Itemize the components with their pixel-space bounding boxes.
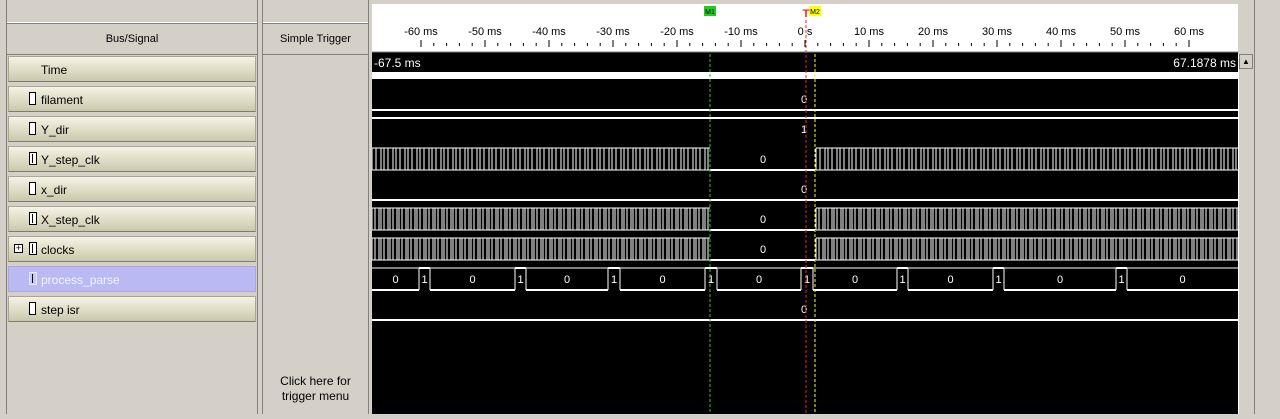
- bus-waveform: [371, 237, 1238, 261]
- trigger-marker-label[interactable]: T: [803, 8, 810, 20]
- ruler-tick-label: 40 ms: [1046, 26, 1076, 38]
- bus-signal-panel: Bus/Signal Time filament Y_dir Y_step_cl…: [6, 0, 258, 414]
- signal-row-y-step-clk[interactable]: Y_step_clk: [8, 146, 256, 172]
- process-parse-value-label: 0: [1057, 274, 1063, 286]
- bit-signal-icon: [29, 92, 36, 105]
- marker-m1-label: M1: [705, 9, 715, 16]
- signal-label: X_step_clk: [41, 213, 100, 227]
- bit-signal-icon: [29, 182, 36, 195]
- process-parse-value-label: 0: [659, 274, 665, 286]
- process-parse-value-label: 0: [756, 274, 762, 286]
- process-parse-value-label: 1: [804, 274, 810, 286]
- process-parse-value-label: 0: [392, 274, 398, 286]
- ruler-tick-label: -30 ms: [596, 26, 630, 38]
- signal-label: filament: [41, 93, 84, 107]
- ruler-tick-label: 50 ms: [1110, 26, 1140, 38]
- trigger-panel[interactable]: Simple Trigger Click here for trigger me…: [262, 0, 369, 414]
- ruler-tick-label: 30 ms: [982, 26, 1012, 38]
- bus-waveform: [371, 207, 1238, 231]
- signal-label-time: Time: [41, 63, 68, 77]
- time-bar: [372, 72, 1238, 79]
- trigger-hint-line: trigger menu: [281, 389, 350, 403]
- ruler-tick-label: 0 s: [798, 26, 813, 38]
- bit-signal-icon: [29, 302, 36, 315]
- ruler-tick-label: 10 ms: [854, 26, 884, 38]
- ruler-tick-label: -20 ms: [660, 26, 694, 38]
- process-parse-value-label: 1: [899, 274, 905, 286]
- signal-value-label: 0: [760, 214, 766, 226]
- ruler-tick-label: -60 ms: [404, 26, 438, 38]
- signal-row-time[interactable]: Time: [8, 56, 256, 82]
- time-start-label: -67.5 ms: [374, 56, 421, 70]
- process-parse-value-label: 1: [995, 274, 1001, 286]
- signal-label: x_dir: [41, 183, 68, 197]
- marker-m2-label: M2: [810, 9, 820, 16]
- process-parse-value-label: 1: [1118, 274, 1124, 286]
- expand-plus-icon[interactable]: +: [14, 244, 23, 253]
- process-parse-value-label: 1: [611, 274, 617, 286]
- process-parse-value-label: 0: [1179, 274, 1185, 286]
- signal-row-process-parse[interactable]: process_parse: [8, 266, 256, 292]
- bus-signal-icon: [29, 272, 37, 285]
- time-end-label: 67.1878 ms: [1173, 56, 1236, 70]
- bus-signal-header-spacer: [7, 4, 257, 23]
- bus-signal-icon: [29, 242, 37, 255]
- ruler-tick-label: -10 ms: [724, 26, 758, 38]
- vertical-scrollbar[interactable]: ▲: [1238, 54, 1254, 414]
- trigger-column-header[interactable]: Simple Trigger: [263, 23, 368, 55]
- signal-label: process_parse: [41, 273, 120, 287]
- signal-label: clocks: [41, 243, 75, 257]
- signal-row-clocks[interactable]: + clocks: [8, 236, 256, 262]
- process-parse-value-label: 1: [421, 274, 427, 286]
- bus-waveform: [371, 147, 1238, 171]
- bus-signal-icon: [29, 212, 37, 225]
- signal-row-x-step-clk[interactable]: X_step_clk: [8, 206, 256, 232]
- signal-value-label: 0: [760, 244, 766, 256]
- waveform-canvas[interactable]: -60 ms -50 ms -40 ms -30 ms -20 ms -10 ms 0 s 1…: [371, 0, 1238, 414]
- process-parse-value-label: 0: [852, 274, 858, 286]
- waveform-panel[interactable]: -60 ms -50 ms -40 ms -30 ms -20 ms -10 ms 0 s 1…: [371, 0, 1238, 414]
- trigger-menu-hint[interactable]: Click here for trigger menu: [263, 374, 368, 404]
- signal-value-label: 0: [760, 154, 766, 166]
- process-parse-value-label: 1: [517, 274, 523, 286]
- trigger-header-spacer: [263, 4, 368, 23]
- ruler-tick-label: -40 ms: [532, 26, 566, 38]
- window-right-edge: [1254, 0, 1280, 414]
- trigger-hint-line: Click here for: [280, 374, 351, 388]
- process-parse-value-label: 0: [564, 274, 570, 286]
- signal-row-x-dir[interactable]: x_dir: [8, 176, 256, 202]
- bus-signal-column-header[interactable]: Bus/Signal: [7, 23, 257, 55]
- signal-row-filament[interactable]: filament: [8, 86, 256, 112]
- signal-label: step isr: [41, 303, 80, 317]
- signal-label: Y_dir: [41, 123, 70, 137]
- process-parse-value-label: 0: [947, 274, 953, 286]
- signal-row-y-dir[interactable]: Y_dir: [8, 116, 256, 142]
- bit-signal-icon: [29, 122, 36, 135]
- signal-label: Y_step_clk: [41, 153, 100, 167]
- process-parse-value-label: 0: [469, 274, 475, 286]
- ruler-tick-label: -50 ms: [468, 26, 502, 38]
- ruler-tick-label: 20 ms: [918, 26, 948, 38]
- process-parse-value-label: 1: [708, 274, 714, 286]
- bus-signal-icon: [29, 152, 37, 165]
- scroll-up-arrow-icon[interactable]: ▲: [1239, 54, 1253, 69]
- signal-row-step-isr[interactable]: step isr: [8, 296, 256, 322]
- ruler-tick-label: 60 ms: [1174, 26, 1204, 38]
